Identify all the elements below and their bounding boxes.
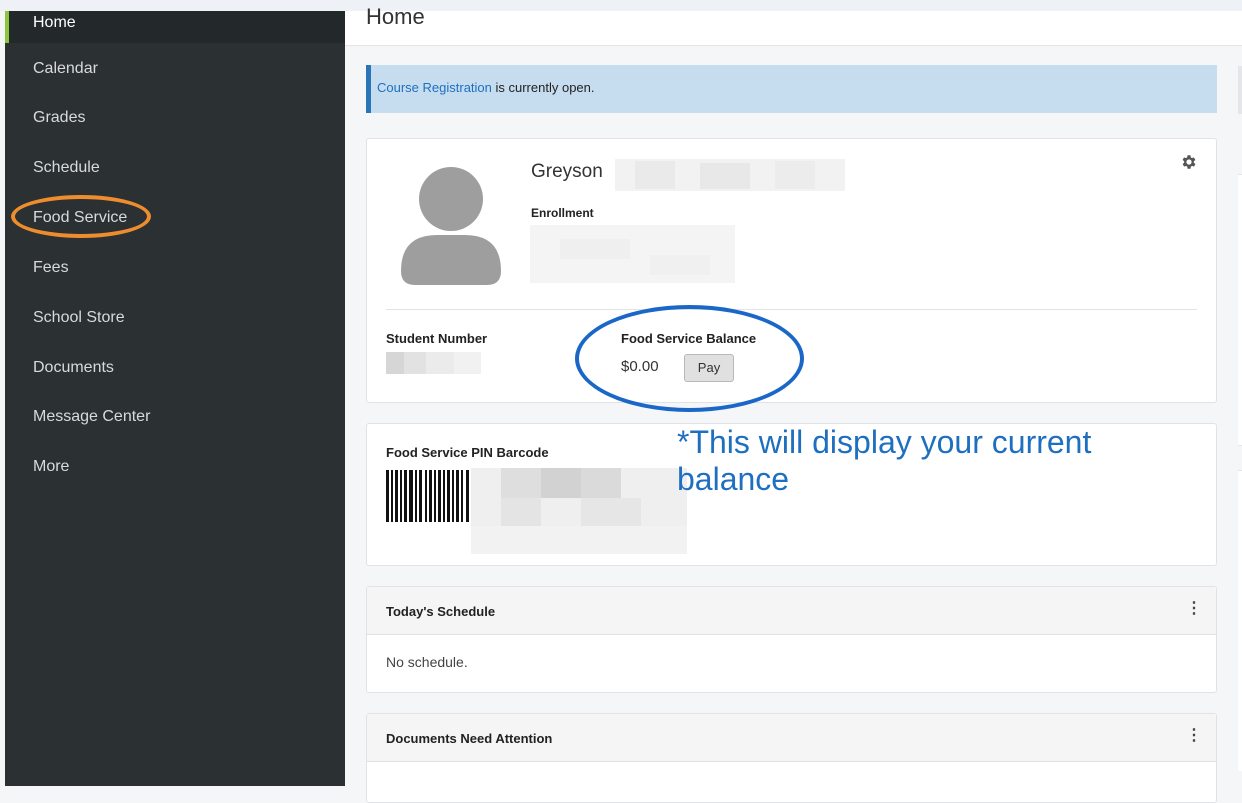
sidebar-item-school-store[interactable]: School Store — [33, 308, 125, 328]
sidebar-item-home[interactable]: Home — [5, 11, 345, 43]
schedule-card-title: Today's Schedule — [386, 604, 496, 619]
sidebar-item-fees[interactable]: Fees — [33, 258, 69, 278]
schedule-card-header: Today's Schedule ⋮ — [367, 587, 1216, 635]
barcode-icon — [386, 470, 473, 522]
student-number-label: Student Number — [386, 331, 488, 346]
sidebar-item-schedule[interactable]: Schedule — [33, 158, 100, 178]
barcode-card-title: Food Service PIN Barcode — [386, 445, 549, 460]
top-strip — [0, 0, 1242, 11]
kebab-menu-icon[interactable]: ⋮ — [1186, 727, 1202, 745]
redacted-last-name — [615, 159, 845, 191]
sidebar-item-documents[interactable]: Documents — [33, 358, 114, 378]
balance-highlight-circle — [575, 305, 804, 412]
documents-card-header: Documents Need Attention ⋮ — [367, 714, 1216, 762]
registration-alert: Course Registration is currently open. — [366, 65, 1217, 113]
right-column-edge — [1238, 66, 1242, 771]
redacted-enrollment — [530, 225, 735, 283]
sidebar-item-message-center[interactable]: Message Center — [33, 407, 150, 427]
schedule-empty-text: No schedule. — [386, 654, 468, 670]
page-title: Home — [366, 4, 425, 29]
course-registration-link[interactable]: Course Registration — [377, 80, 492, 95]
sidebar-item-grades[interactable]: Grades — [33, 108, 85, 128]
redacted-student-number — [386, 352, 481, 374]
sidebar-item-more[interactable]: More — [33, 457, 69, 477]
alert-message: is currently open. — [491, 80, 595, 95]
avatar-icon — [401, 167, 501, 285]
alert-text: Course Registration is currently open. — [377, 80, 595, 95]
todays-schedule-card: Today's Schedule ⋮ No schedule. — [366, 586, 1217, 693]
redacted-barcode — [471, 468, 687, 554]
sidebar-item-calendar[interactable]: Calendar — [33, 59, 98, 79]
sidebar-nav: Home Calendar Grades Schedule Food Servi… — [5, 11, 345, 786]
enrollment-label: Enrollment — [531, 206, 594, 220]
profile-divider — [386, 309, 1197, 310]
documents-need-attention-card: Documents Need Attention ⋮ — [366, 713, 1217, 803]
annotation-text: *This will display your current balance — [677, 424, 1092, 497]
gear-icon[interactable] — [1180, 153, 1198, 171]
student-first-name: Greyson — [531, 161, 603, 182]
page-header: Home — [345, 4, 1242, 46]
documents-card-title: Documents Need Attention — [386, 731, 553, 746]
sidebar-item-label: Home — [33, 14, 76, 31]
kebab-menu-icon[interactable]: ⋮ — [1186, 600, 1202, 618]
active-indicator — [5, 11, 9, 43]
food-service-highlight-circle — [11, 195, 151, 238]
